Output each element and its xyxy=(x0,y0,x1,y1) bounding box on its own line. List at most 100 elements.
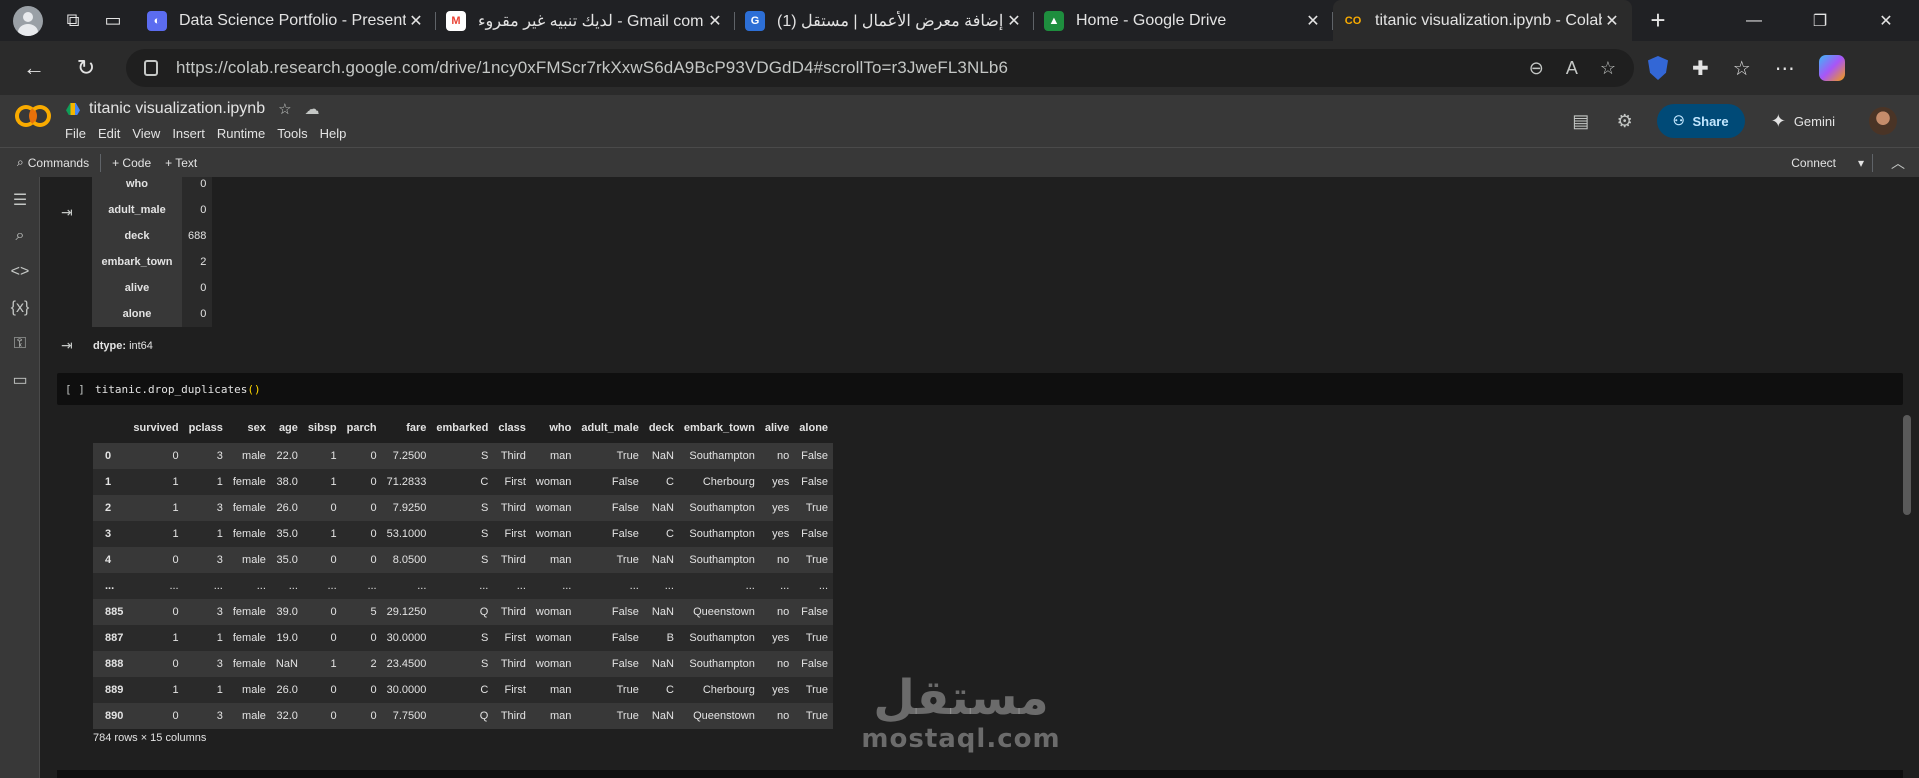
tab-close-icon[interactable]: ✕ xyxy=(1303,11,1323,31)
run-cell-button[interactable]: [ ] xyxy=(65,383,95,396)
output-actions-icon[interactable]: ⇥ xyxy=(61,337,79,353)
copilot-icon[interactable] xyxy=(1818,55,1845,81)
menu-item-tools[interactable]: Tools xyxy=(277,126,307,141)
menu-item-view[interactable]: View xyxy=(132,126,160,141)
table-cell: man xyxy=(530,677,577,703)
read-aloud-icon[interactable]: A xyxy=(1566,58,1578,79)
tab-favicon-icon: G xyxy=(745,10,765,31)
table-cell: NaN xyxy=(643,703,679,729)
vertical-scrollbar[interactable] xyxy=(1903,415,1911,515)
table-cell: Southampton xyxy=(678,651,760,677)
tab-close-icon[interactable]: ✕ xyxy=(705,11,725,31)
code-cell[interactable]: [ ] titanic.drop_duplicates() xyxy=(57,373,1903,405)
back-icon[interactable]: ← xyxy=(14,48,54,88)
side-rail: ☰ ⌕ <> {x} ⚿ ▭ xyxy=(0,177,40,778)
find-replace-icon[interactable]: ⌕ xyxy=(0,218,40,254)
comments-icon[interactable]: ▤ xyxy=(1563,103,1599,139)
files-folder-icon[interactable]: ▭ xyxy=(0,362,40,398)
table-cell: True xyxy=(794,495,834,521)
shield-extension-icon[interactable] xyxy=(1648,56,1668,80)
table-cell: NaN xyxy=(643,599,679,625)
tab-actions-icon[interactable]: ▭ xyxy=(95,3,131,39)
new-tab-button[interactable]: + xyxy=(1640,3,1676,39)
browser-tab[interactable]: ▲ Home - Google Drive ✕ xyxy=(1034,0,1333,41)
browser-tab[interactable]: CO titanic visualization.ipynb - Colab ✕ xyxy=(1333,0,1632,41)
collapse-header-icon[interactable]: ︿ xyxy=(1891,148,1905,178)
tab-title: لديك تنبيه غير مقروء - Gmail com. xyxy=(478,12,705,30)
gemini-button[interactable]: ✦ Gemini xyxy=(1771,111,1835,132)
notebook-title[interactable]: titanic visualization.ipynb xyxy=(89,100,265,118)
address-bar[interactable]: https://colab.research.google.com/drive/… xyxy=(126,49,1634,87)
row-index: ... xyxy=(93,573,129,599)
favorites-icon[interactable]: ☆ xyxy=(1733,56,1751,81)
settings-gear-icon[interactable]: ⚙ xyxy=(1607,103,1643,139)
connect-button[interactable]: Connect xyxy=(1791,156,1836,170)
secrets-key-icon[interactable]: ⚿ xyxy=(0,326,40,362)
series-row: who 0 xyxy=(92,177,213,197)
table-of-contents-icon[interactable]: ☰ xyxy=(0,182,40,218)
table-cell: yes xyxy=(759,495,795,521)
profile-avatar-icon[interactable] xyxy=(13,5,43,36)
tab-close-icon[interactable]: ✕ xyxy=(1004,11,1024,31)
browser-tab[interactable]: G (1) إضافة معرض الأعمال | مستقل ✕ xyxy=(735,0,1034,41)
table-cell: 1 xyxy=(128,521,184,547)
browser-tab[interactable]: ◐ Data Science Portfolio - Presentat ✕ xyxy=(137,0,436,41)
maximize-icon[interactable]: ❐ xyxy=(1787,0,1853,41)
more-options-icon[interactable]: ⋯ xyxy=(1775,56,1795,81)
table-cell: First xyxy=(493,521,531,547)
table-cell: no xyxy=(759,651,795,677)
table-cell: ... xyxy=(302,573,342,599)
code-editor[interactable]: titanic.drop_duplicates() xyxy=(95,383,261,396)
minimize-icon[interactable]: — xyxy=(1721,0,1787,41)
table-cell: man xyxy=(530,703,577,729)
colab-logo-icon[interactable] xyxy=(15,105,51,127)
series-row: alive 0 xyxy=(92,275,213,301)
variables-icon[interactable]: {x} xyxy=(0,290,40,326)
add-code-button[interactable]: + Code xyxy=(105,156,158,170)
reload-icon[interactable]: ↻ xyxy=(66,48,106,88)
table-cell: Southampton xyxy=(678,443,760,469)
connect-dropdown-icon[interactable]: ▾ xyxy=(1858,156,1864,170)
table-cell: False xyxy=(576,625,644,651)
menu-item-insert[interactable]: Insert xyxy=(172,126,205,141)
table-cell: Southampton xyxy=(678,547,760,573)
table-row: 890 0 3 male 32.0 0 0 7.7500 Q Third man True NaN Que… xyxy=(93,703,834,729)
table-cell: NaN xyxy=(643,495,679,521)
tab-close-icon[interactable]: ✕ xyxy=(1602,11,1622,31)
output-actions-icon[interactable]: ⇥ xyxy=(61,204,79,220)
site-info-icon[interactable] xyxy=(144,60,158,76)
dtype-value: int64 xyxy=(129,340,153,352)
commands-button[interactable]: ⌕ Commands xyxy=(10,155,96,170)
zoom-icon[interactable]: ⊖ xyxy=(1529,58,1544,79)
account-avatar[interactable] xyxy=(1869,107,1897,135)
workspaces-icon[interactable]: ⧉ xyxy=(55,3,91,39)
table-cell: male xyxy=(227,547,271,573)
table-cell: 5 xyxy=(341,599,382,625)
table-row: 2 1 3 female 26.0 0 0 7.9250 S Third woman False NaN… xyxy=(93,495,834,521)
browser-tab[interactable]: M لديك تنبيه غير مقروء - Gmail com. ✕ xyxy=(436,0,735,41)
tab-close-icon[interactable]: ✕ xyxy=(406,11,426,31)
menu-item-file[interactable]: File xyxy=(65,126,86,141)
table-cell: 0 xyxy=(302,599,342,625)
series-value: 0 xyxy=(182,197,213,223)
add-text-button[interactable]: + Text xyxy=(158,156,204,170)
code-snippets-icon[interactable]: <> xyxy=(0,254,40,290)
next-cell[interactable] xyxy=(57,770,1903,778)
star-icon[interactable]: ☆ xyxy=(278,100,291,118)
window-close-icon[interactable]: ✕ xyxy=(1853,0,1919,41)
table-cell: 35.0 xyxy=(270,547,303,573)
share-button[interactable]: ⚇ Share xyxy=(1656,104,1745,138)
menu-item-help[interactable]: Help xyxy=(320,126,347,141)
table-cell: 30.0000 xyxy=(381,677,432,703)
favorite-star-icon[interactable]: ☆ xyxy=(1600,58,1616,79)
url-text[interactable]: https://colab.research.google.com/drive/… xyxy=(176,58,1008,78)
toolbar-divider xyxy=(1872,154,1873,172)
table-row: 889 1 1 male 26.0 0 0 30.0000 C First man True C Cher… xyxy=(93,677,834,703)
extensions-puzzle-icon[interactable]: ✚ xyxy=(1692,56,1709,81)
menu-item-runtime[interactable]: Runtime xyxy=(217,126,265,141)
menu-item-edit[interactable]: Edit xyxy=(98,126,120,141)
table-cell: 0 xyxy=(128,651,184,677)
table-cell: NaN xyxy=(270,651,303,677)
table-cell: 7.7500 xyxy=(381,703,432,729)
column-header: who xyxy=(549,422,572,434)
